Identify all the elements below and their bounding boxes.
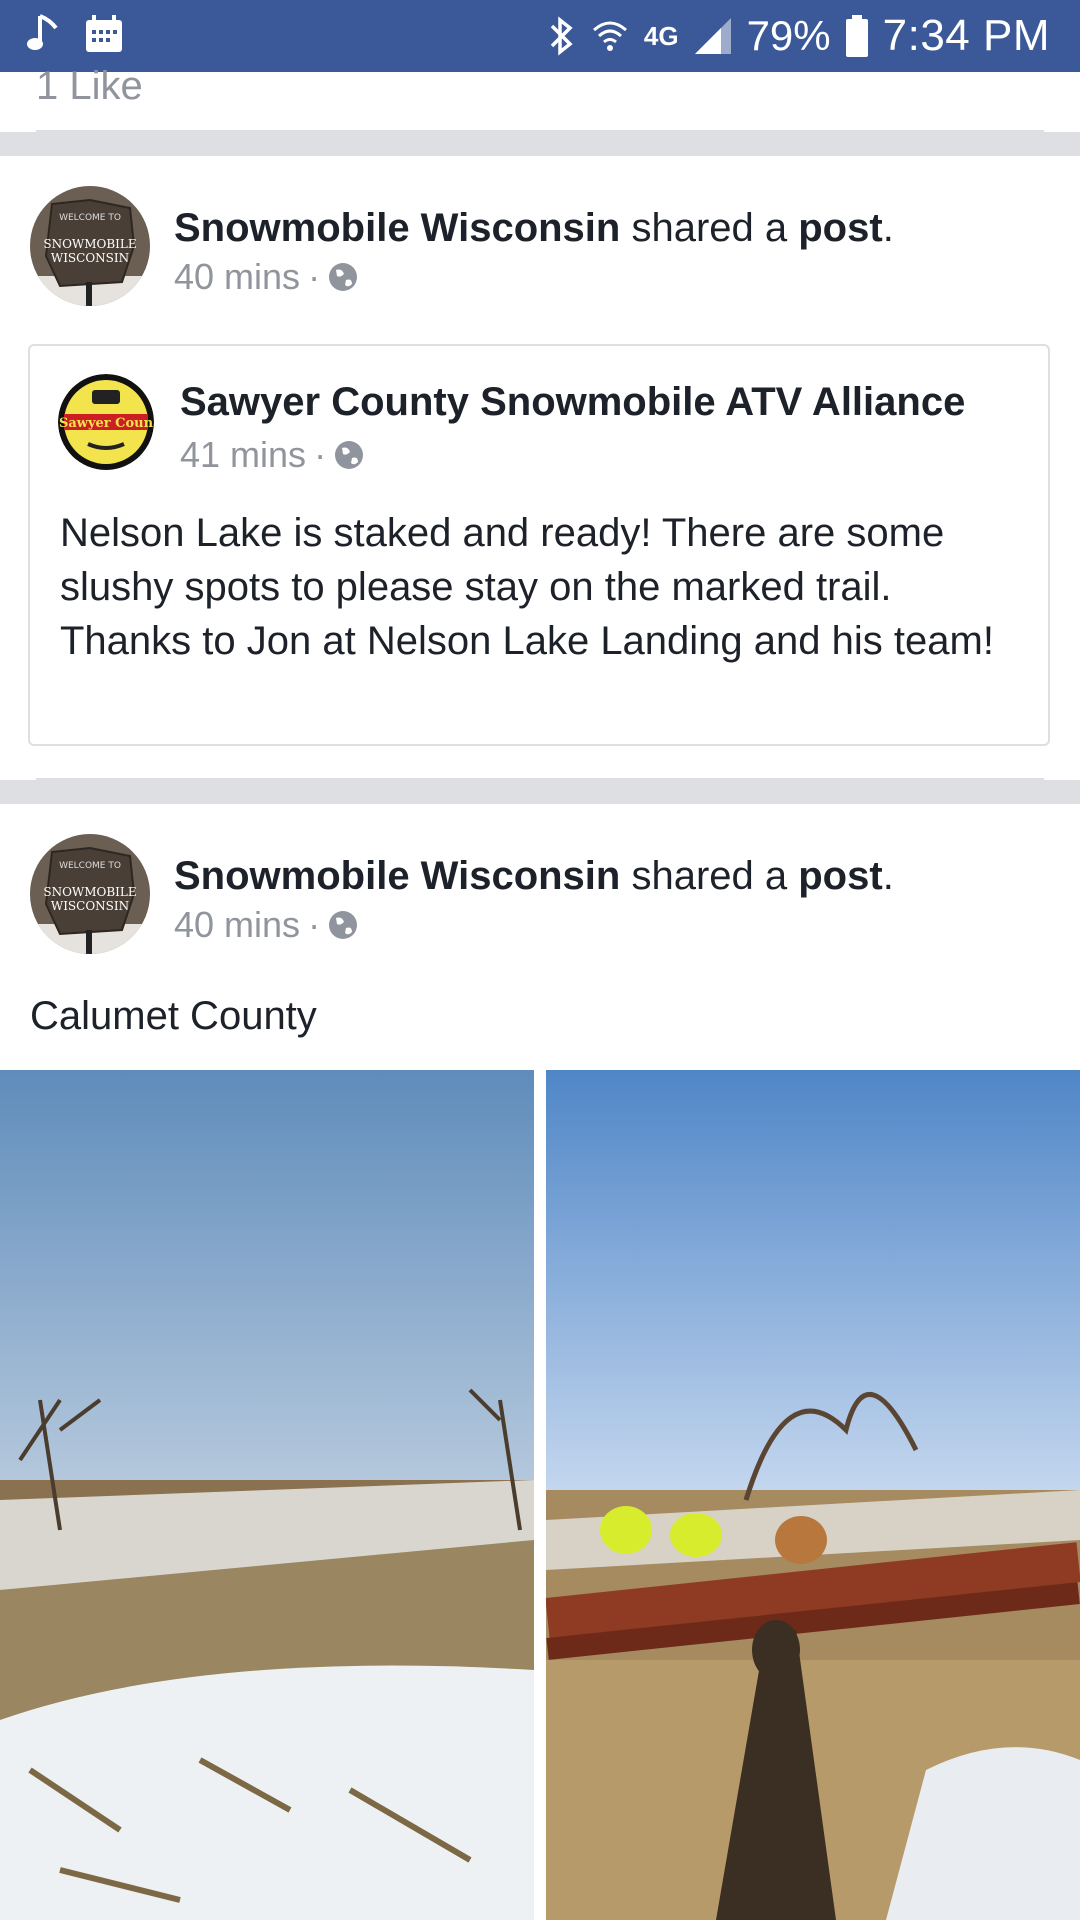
- action-end: .: [882, 854, 894, 898]
- shared-page-avatar[interactable]: Sawyer Coun: [58, 374, 154, 470]
- avatar[interactable]: WELCOME TO SNOWMOBILE WISCONSIN: [30, 834, 150, 954]
- shared-post[interactable]: Sawyer Coun Sawyer County Snowmobile ATV…: [28, 344, 1050, 746]
- logo-text: Sawyer Coun: [59, 416, 154, 431]
- action-text: shared a: [620, 206, 799, 250]
- calendar-icon: [86, 15, 122, 52]
- bridge-construction-photo: [546, 1070, 1080, 1920]
- divider: [36, 130, 1044, 132]
- post-link[interactable]: post: [798, 206, 882, 250]
- status-bar: 4G 79% 7:34 PM: [0, 0, 1080, 72]
- post-caption: Calumet County: [30, 994, 317, 1038]
- post-photo[interactable]: [0, 1070, 534, 1920]
- meta-dot: ·: [314, 434, 327, 475]
- battery-percent: 79%: [746, 12, 831, 59]
- globe-icon: [329, 911, 358, 939]
- battery-icon: [845, 15, 868, 57]
- post-photo[interactable]: [546, 1070, 1080, 1920]
- post-meta: 40 mins ·: [174, 256, 358, 298]
- likes-count[interactable]: 1 Like: [36, 64, 143, 109]
- wifi-icon: [592, 21, 627, 51]
- music-note-icon: [27, 14, 58, 50]
- action-text: shared a: [620, 854, 799, 898]
- post-header: Snowmobile Wisconsin shared a post.: [174, 206, 894, 251]
- sign-welcome-text: WELCOME TO: [59, 861, 121, 871]
- status-bar-system: 4G 79% 7:34 PM: [546, 8, 1050, 64]
- action-end: .: [882, 206, 894, 250]
- meta-dot: ·: [308, 904, 321, 945]
- shared-post-meta: 41 mins ·: [180, 434, 364, 476]
- snowmobile-wisconsin-logo: WELCOME TO SNOWMOBILE WISCONSIN: [30, 186, 150, 306]
- snowmobile-wisconsin-logo: WELCOME TO SNOWMOBILE WISCONSIN: [30, 834, 150, 954]
- previous-post-footer: 1 Like: [0, 64, 1080, 132]
- post-meta: 40 mins ·: [174, 904, 358, 946]
- feed-post: WELCOME TO SNOWMOBILE WISCONSIN Snowmobi…: [0, 156, 1080, 780]
- globe-icon: [335, 441, 364, 469]
- shared-page-name[interactable]: Sawyer County Snowmobile ATV Alliance: [180, 380, 965, 425]
- post-link[interactable]: post: [798, 854, 882, 898]
- sign-welcome-text: WELCOME TO: [59, 213, 121, 223]
- author-name[interactable]: Snowmobile Wisconsin: [174, 206, 620, 250]
- post-time[interactable]: 40 mins: [174, 904, 300, 946]
- sign-line1: SNOWMOBILE: [43, 237, 136, 251]
- signal-icon: [694, 18, 731, 54]
- sign-line1: SNOWMOBILE: [43, 885, 136, 899]
- feed-post: WELCOME TO SNOWMOBILE WISCONSIN Snowmobi…: [0, 804, 1080, 1920]
- sign-line2: WISCONSIN: [51, 899, 129, 913]
- sign-line2: WISCONSIN: [51, 251, 129, 265]
- avatar[interactable]: WELCOME TO SNOWMOBILE WISCONSIN: [30, 186, 150, 306]
- meta-dot: ·: [308, 256, 321, 297]
- author-name[interactable]: Snowmobile Wisconsin: [174, 854, 620, 898]
- globe-icon: [329, 263, 358, 291]
- post-header: Snowmobile Wisconsin shared a post.: [174, 854, 894, 899]
- status-bar-notifications: [26, 12, 124, 56]
- sawyer-county-logo: Sawyer Coun: [58, 374, 154, 470]
- network-type-label: 4G: [643, 20, 679, 51]
- clock: 7:34 PM: [882, 11, 1050, 60]
- bluetooth-icon: [550, 16, 573, 56]
- shared-post-text: Nelson Lake is staked and ready! There a…: [60, 511, 994, 663]
- snowy-field-photo: [0, 1070, 534, 1920]
- post-time[interactable]: 40 mins: [174, 256, 300, 298]
- shared-post-time[interactable]: 41 mins: [180, 434, 306, 476]
- divider: [36, 778, 1044, 780]
